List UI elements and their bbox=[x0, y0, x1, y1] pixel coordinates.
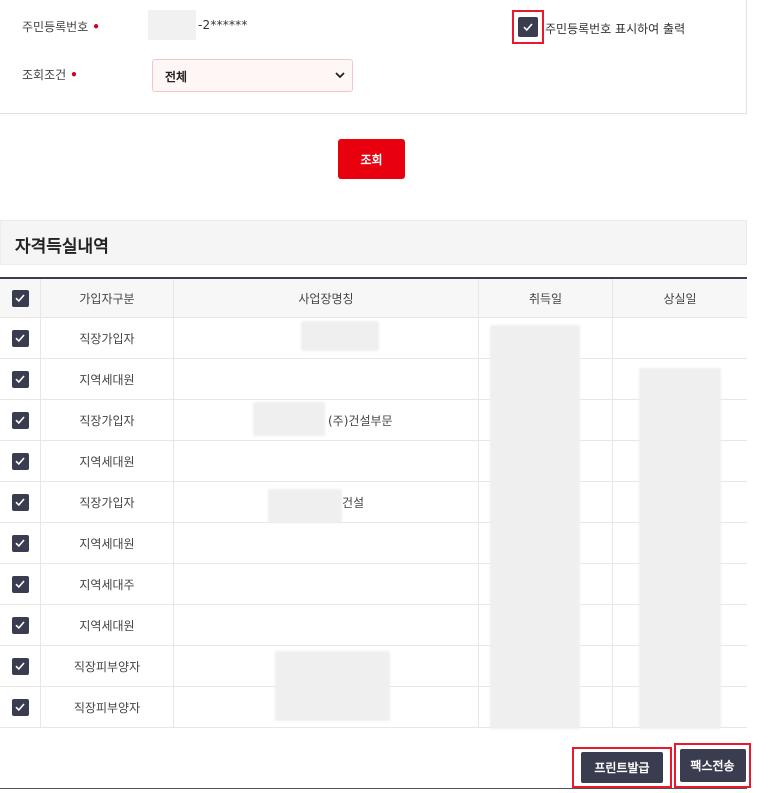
table-row: 지역세대원 bbox=[0, 605, 747, 646]
check-icon bbox=[15, 294, 25, 303]
section-title: 자격득실내역 bbox=[15, 237, 109, 257]
check-icon bbox=[15, 662, 25, 671]
row-checkbox[interactable] bbox=[11, 657, 29, 675]
table-row: 지역세대원 bbox=[0, 359, 747, 400]
required-mark: • bbox=[70, 68, 78, 82]
row-checkbox[interactable] bbox=[11, 616, 29, 634]
footer-divider bbox=[0, 788, 747, 789]
required-mark: • bbox=[92, 20, 100, 34]
rrn-label: 주민등록번호 • bbox=[22, 18, 100, 35]
condition-select[interactable]: 전체 bbox=[152, 59, 353, 92]
section-header: 자격득실내역 bbox=[0, 220, 747, 265]
check-icon bbox=[15, 457, 25, 466]
workplace-name: 건설 bbox=[342, 495, 365, 510]
condition-label-text: 조회조건 bbox=[22, 68, 67, 82]
header-workplace-name: 사업장명칭 bbox=[298, 291, 354, 306]
subscriber-type: 직장가입자 bbox=[79, 331, 135, 346]
check-icon bbox=[15, 621, 25, 630]
subscriber-type: 지역세대원 bbox=[79, 618, 135, 633]
check-icon bbox=[15, 334, 25, 343]
check-icon bbox=[15, 375, 25, 384]
subscriber-type: 직장피부양자 bbox=[73, 659, 141, 674]
row-checkbox[interactable] bbox=[11, 493, 29, 511]
row-checkbox[interactable] bbox=[11, 575, 29, 593]
row-checkbox[interactable] bbox=[11, 452, 29, 470]
select-all-checkbox[interactable] bbox=[11, 289, 29, 307]
qualification-table: 가입자구분 사업장명칭 취득일 상실일 직장가입자 지역세대원 직장가입자 (주… bbox=[0, 277, 747, 729]
rrn-masked-front bbox=[148, 10, 196, 40]
rrn-value: -2****** bbox=[198, 18, 248, 32]
row-checkbox[interactable] bbox=[11, 534, 29, 552]
condition-select-value: 전체 bbox=[165, 70, 188, 84]
condition-label: 조회조건 • bbox=[22, 66, 78, 83]
check-icon bbox=[15, 498, 25, 507]
table-row: 지역세대원 bbox=[0, 523, 747, 564]
header-acquired-date: 취득일 bbox=[528, 291, 563, 306]
rrn-label-text: 주민등록번호 bbox=[22, 20, 89, 34]
table-row: 지역세대원 bbox=[0, 441, 747, 482]
table-row: 직장가입자 (주)건설부문 bbox=[0, 400, 747, 441]
table-row: 지역세대주 bbox=[0, 564, 747, 605]
workplace-name: (주)건설부문 bbox=[328, 413, 393, 428]
redacted-workplace-5 bbox=[268, 489, 342, 523]
subscriber-type: 직장피부양자 bbox=[73, 700, 141, 715]
checkbox-checked-icon[interactable] bbox=[518, 17, 538, 37]
redacted-acquired-dates bbox=[490, 325, 580, 729]
subscriber-type: 지역세대주 bbox=[79, 577, 135, 592]
fax-button-highlight: 팩스전송 bbox=[674, 743, 751, 788]
redacted-workplace-1 bbox=[301, 321, 379, 351]
redacted-workplace-9 bbox=[275, 651, 390, 721]
table-row: 직장가입자 건설 bbox=[0, 482, 747, 523]
row-checkbox[interactable] bbox=[11, 329, 29, 347]
search-form-panel bbox=[0, 0, 747, 114]
header-lost-date: 상실일 bbox=[663, 291, 697, 306]
redacted-workplace-3 bbox=[253, 402, 325, 436]
check-icon bbox=[15, 580, 25, 589]
print-button-highlight: 프린트발급 bbox=[572, 747, 672, 788]
table-header-row: 가입자구분 사업장명칭 취득일 상실일 bbox=[0, 279, 747, 318]
subscriber-type: 지역세대원 bbox=[79, 372, 135, 387]
subscriber-type: 지역세대원 bbox=[79, 454, 135, 469]
show-rrn-checkbox-label[interactable]: 주민등록번호 표시하여 출력 bbox=[545, 20, 685, 37]
search-button[interactable]: 조회 bbox=[338, 139, 405, 179]
show-rrn-checkbox[interactable] bbox=[512, 10, 544, 44]
row-checkbox[interactable] bbox=[11, 370, 29, 388]
check-icon bbox=[15, 416, 25, 425]
subscriber-type: 직장가입자 bbox=[79, 413, 135, 428]
redacted-lost-dates bbox=[639, 368, 721, 729]
check-icon bbox=[15, 539, 25, 548]
row-checkbox[interactable] bbox=[11, 698, 29, 716]
header-subscriber-type: 가입자구분 bbox=[79, 291, 135, 306]
chevron-down-icon bbox=[335, 72, 345, 79]
print-issue-button[interactable]: 프린트발급 bbox=[581, 752, 663, 783]
fax-send-button[interactable]: 팩스전송 bbox=[679, 749, 746, 782]
row-checkbox[interactable] bbox=[11, 411, 29, 429]
subscriber-type: 지역세대원 bbox=[79, 536, 135, 551]
check-icon bbox=[15, 703, 25, 712]
subscriber-type: 직장가입자 bbox=[79, 495, 135, 510]
